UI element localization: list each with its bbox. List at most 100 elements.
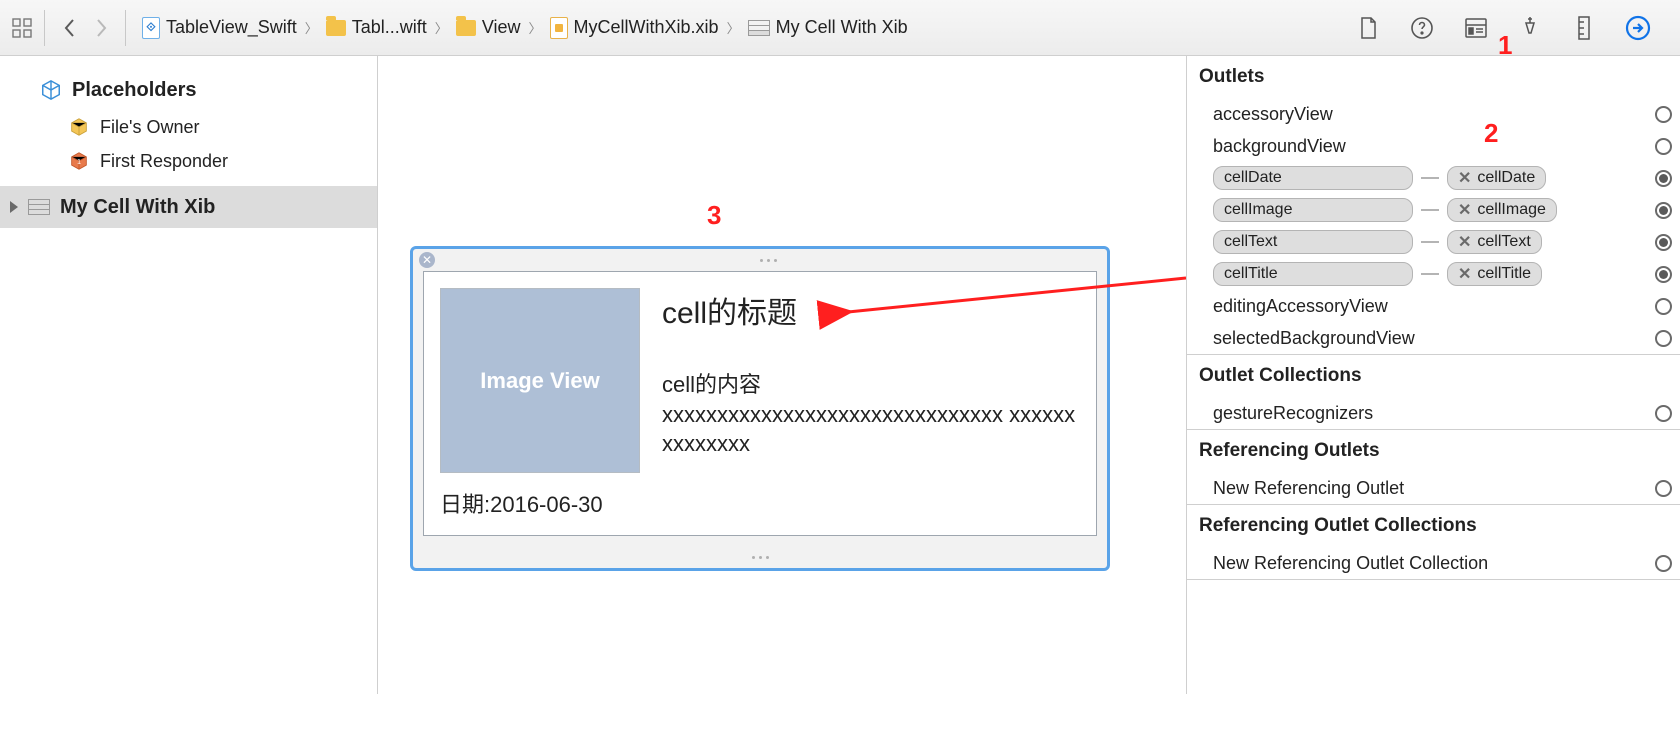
connection-port-icon[interactable] [1655,330,1672,347]
connection-line [1421,177,1439,179]
outlet-row[interactable]: selectedBackgroundView [1187,322,1680,354]
connection-port-icon[interactable] [1655,480,1672,497]
outlets-header: Outlets [1187,56,1680,98]
crumb-label: My Cell With Xib [776,17,908,38]
folder-icon [326,20,346,36]
connection-port-icon[interactable] [1655,298,1672,315]
disconnect-icon[interactable]: ✕ [1458,264,1471,284]
cell-text-label[interactable]: cell的内容 xxxxxxxxxxxxxxxxxxxxxxxxxxxxxxx … [662,370,1080,459]
document-outline: Placeholders File's Owner 1 First Respon… [0,56,378,694]
disconnect-icon[interactable]: ✕ [1458,168,1471,188]
interface-builder-canvas[interactable]: ✕ Image View cell的标题 cell的内容 [378,56,1186,694]
xib-resize-bar[interactable] [413,546,1107,568]
size-inspector-icon[interactable] [1570,14,1598,42]
outlet-name-pill[interactable]: cellTitle [1213,262,1413,286]
folder-icon [456,20,476,36]
outlet-row[interactable]: backgroundView [1187,130,1680,162]
outlet-name: editingAccessoryView [1213,296,1388,317]
crumb-label: View [482,17,521,38]
chevron-right-icon: 〉 [529,18,542,37]
back-button[interactable] [53,17,85,39]
connection-port-icon[interactable] [1655,138,1672,155]
connections-inspector: Outlets accessoryView backgroundView cel… [1186,56,1680,694]
cell-title-label[interactable]: cell的标题 [662,288,1080,332]
forward-button[interactable] [85,17,117,39]
outlet-name: New Referencing Outlet Collection [1213,553,1488,574]
annotation-1: 1 [1498,30,1512,61]
cell-content-view[interactable]: Image View cell的标题 cell的内容 xxxxxxxxxxxxx… [423,271,1097,536]
cell-date-label[interactable]: 日期:2016-06-30 [440,487,1080,519]
svg-text:1: 1 [77,157,81,166]
top-bar: ⟐ TableView_Swift 〉 Tabl...wift 〉 View 〉… [0,0,1680,56]
main-area: Placeholders File's Owner 1 First Respon… [0,56,1680,694]
image-view-placeholder: Image View [480,368,599,394]
disconnect-icon[interactable]: ✕ [1458,232,1471,252]
crumb-folder[interactable]: Tabl...wift [322,17,431,38]
connection-line [1421,241,1439,243]
crumb-folder[interactable]: View [452,17,525,38]
outlet-row[interactable]: cellTitle ✕cellTitle [1187,258,1680,290]
outlet-row[interactable]: editingAccessoryView [1187,290,1680,322]
inspector-tabs [1354,14,1672,42]
selected-object[interactable]: My Cell With Xib [0,186,377,228]
outlet-target-pill[interactable]: ✕cellDate [1447,166,1546,190]
help-inspector-icon[interactable] [1408,14,1436,42]
disconnect-icon[interactable]: ✕ [1458,200,1471,220]
connection-port-icon[interactable] [1655,266,1672,283]
separator [125,10,126,46]
cube-icon [40,79,62,101]
xib-title-bar[interactable]: ✕ [413,249,1107,271]
attributes-inspector-icon[interactable] [1516,14,1544,42]
cube-red-icon: 1 [68,150,90,172]
connection-port-icon[interactable] [1655,106,1672,123]
close-icon[interactable]: ✕ [419,252,435,268]
first-responder-item[interactable]: 1 First Responder [0,144,377,178]
file-inspector-icon[interactable] [1354,14,1382,42]
crumb-cell[interactable]: My Cell With Xib [744,17,912,38]
crumb-xib[interactable]: MyCellWithXib.xib [546,17,723,39]
outlet-row[interactable]: New Referencing Outlet Collection [1187,547,1680,579]
outlet-row[interactable]: accessoryView [1187,98,1680,130]
annotation-3: 3 [707,200,721,231]
crumb-label: TableView_Swift [166,17,297,38]
outlet-row[interactable]: cellText ✕cellText [1187,226,1680,258]
placeholders-section: Placeholders [0,70,377,110]
outlet-target-pill[interactable]: ✕cellTitle [1447,262,1542,286]
outlet-name: New Referencing Outlet [1213,478,1404,499]
crumb-label: MyCellWithXib.xib [574,17,719,38]
outlet-name-pill[interactable]: cellDate [1213,166,1413,190]
crumb-project[interactable]: ⟐ TableView_Swift [138,17,301,39]
cube-yellow-icon [68,116,90,138]
outlet-row[interactable]: New Referencing Outlet [1187,472,1680,504]
image-view[interactable]: Image View [440,288,640,473]
outlet-row[interactable]: gestureRecognizers [1187,397,1680,429]
identity-inspector-icon[interactable] [1462,14,1490,42]
files-owner-item[interactable]: File's Owner [0,110,377,144]
chevron-right-icon: 〉 [727,18,740,37]
disclosure-triangle-icon[interactable] [10,201,18,213]
connection-port-icon[interactable] [1655,234,1672,251]
outlet-row[interactable]: cellDate ✕cellDate [1187,162,1680,194]
section-title: Placeholders [72,79,197,102]
cell-xib[interactable]: ✕ Image View cell的标题 cell的内容 [410,246,1110,571]
connection-port-icon[interactable] [1655,202,1672,219]
connection-port-icon[interactable] [1655,170,1672,187]
outlet-target-pill[interactable]: ✕cellImage [1447,198,1557,222]
outlet-name: selectedBackgroundView [1213,328,1415,349]
outlet-target-pill[interactable]: ✕cellText [1447,230,1542,254]
chevron-right-icon: 〉 [435,18,448,37]
connection-port-icon[interactable] [1655,555,1672,572]
outlet-row[interactable]: cellImage ✕cellImage [1187,194,1680,226]
outlet-name-pill[interactable]: cellImage [1213,198,1413,222]
cell-text-heading: cell的内容 [662,372,761,397]
connection-port-icon[interactable] [1655,405,1672,422]
outlet-name-pill[interactable]: cellText [1213,230,1413,254]
outlet-name: gestureRecognizers [1213,403,1373,424]
outlet-name: accessoryView [1213,104,1333,125]
connections-inspector-icon[interactable] [1624,14,1652,42]
nav-group: ⟐ TableView_Swift 〉 Tabl...wift 〉 View 〉… [8,10,912,46]
connection-line [1421,273,1439,275]
item-label: First Responder [100,151,228,172]
related-items-icon[interactable] [8,14,36,42]
chevron-right-icon: 〉 [305,18,318,37]
